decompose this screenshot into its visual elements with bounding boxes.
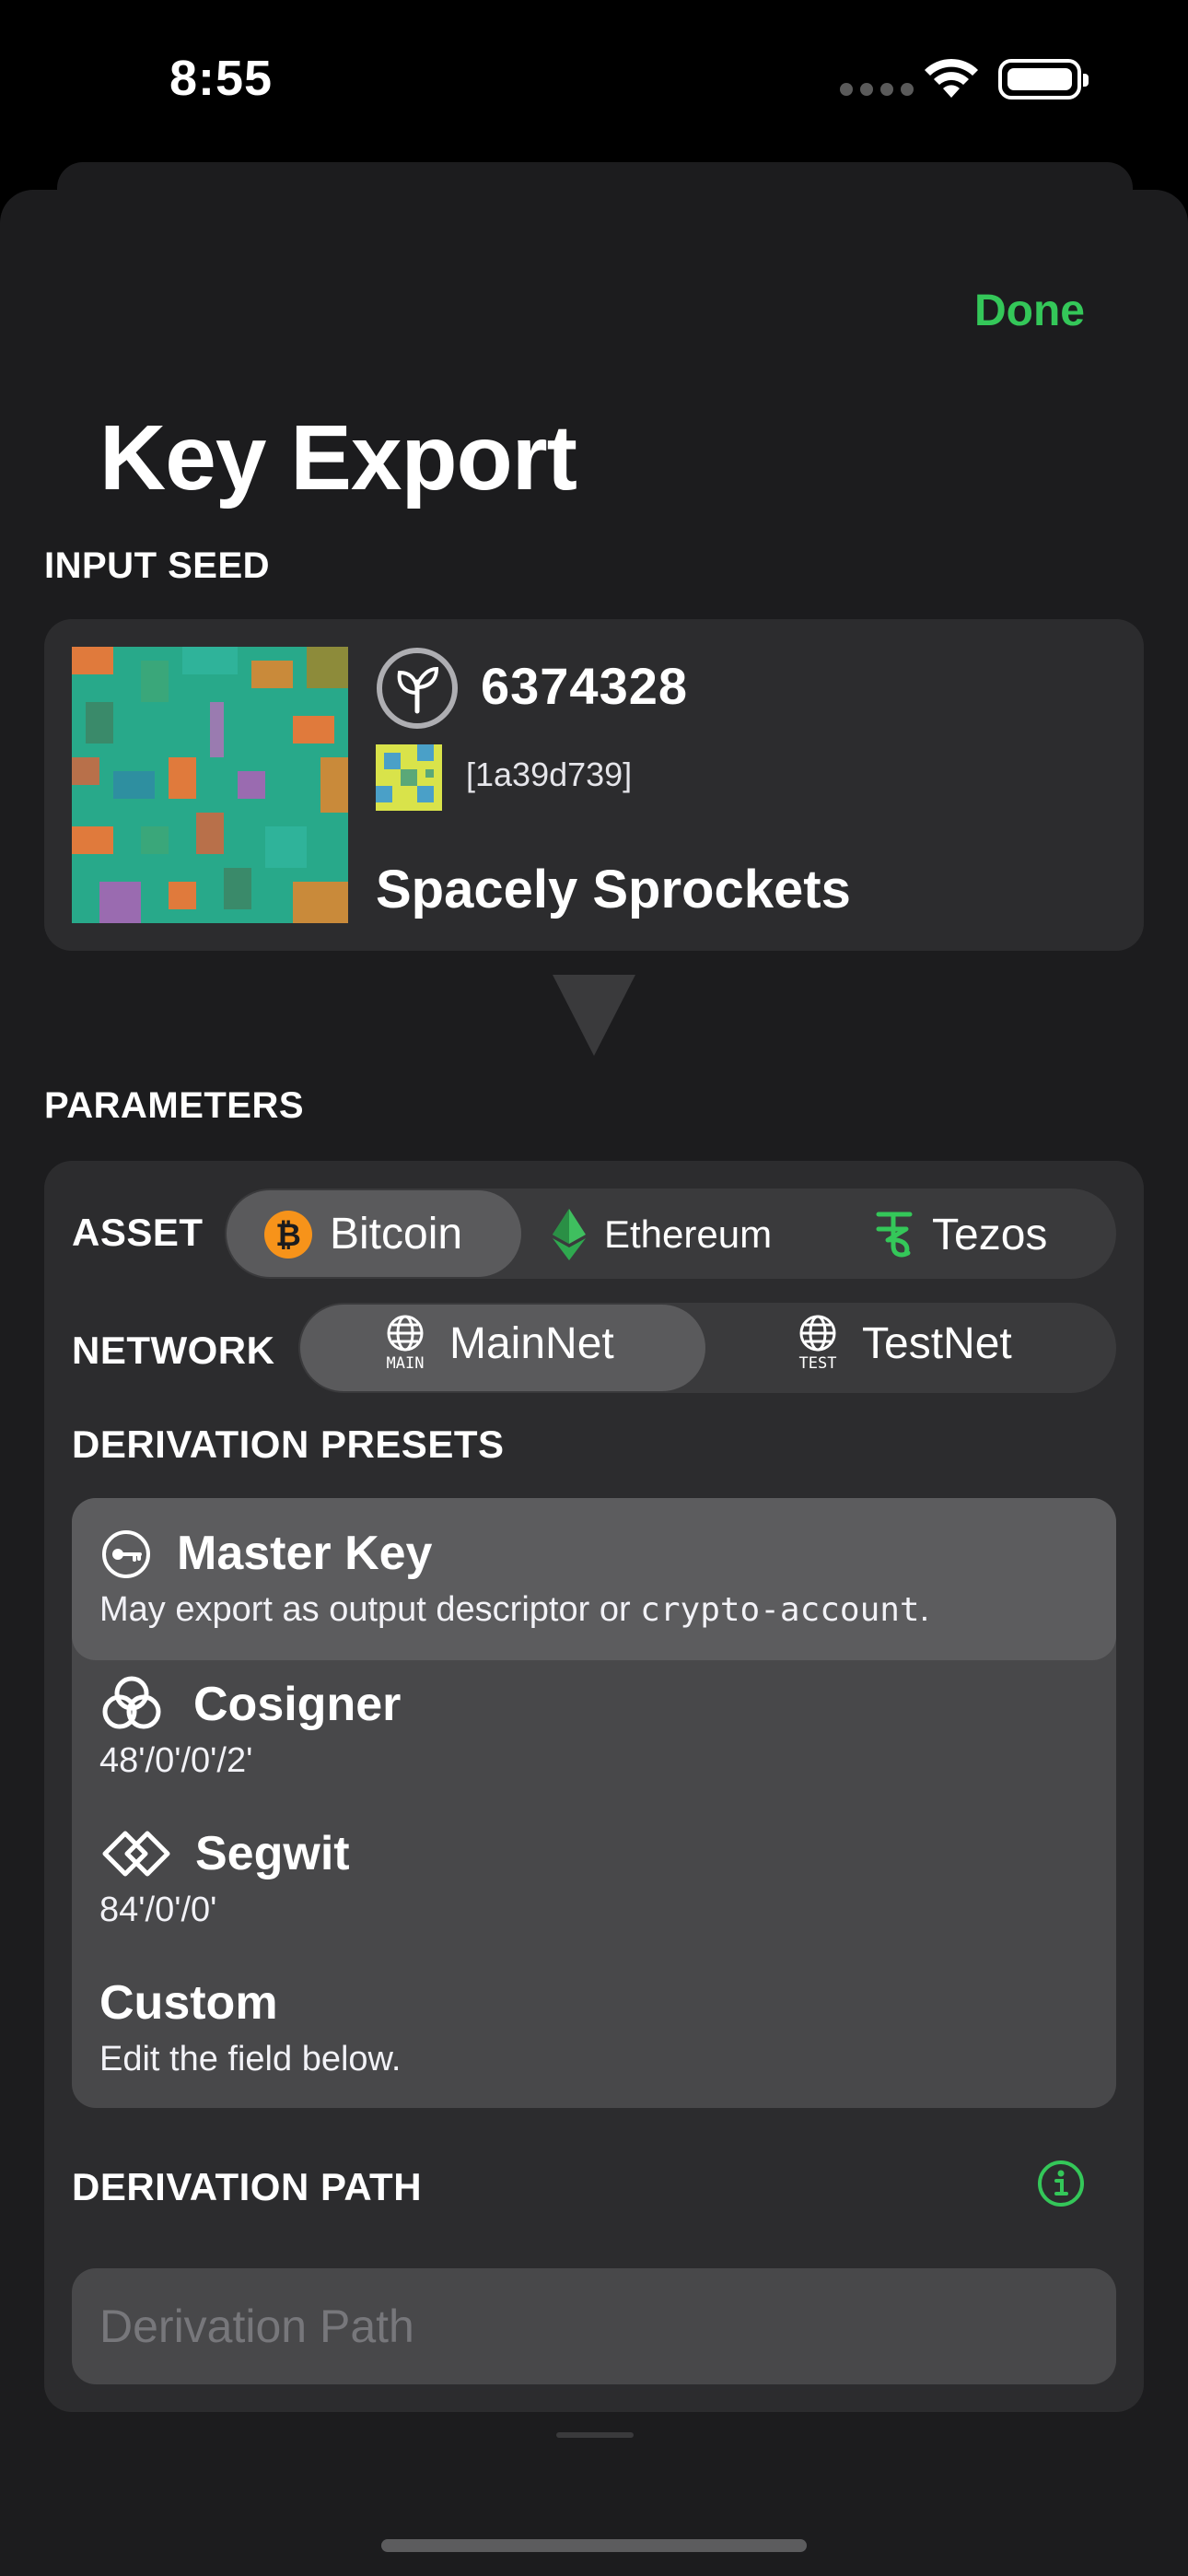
- seed-leaf-icon: [377, 648, 458, 729]
- parameters-section-label: PARAMETERS: [44, 1085, 305, 1126]
- network-option-label: MainNet: [449, 1318, 614, 1368]
- asset-option-label: Tezos: [932, 1210, 1048, 1259]
- preset-subtitle: Edit the field below.: [99, 2040, 402, 2078]
- fingerprint-lifehash-image: [376, 744, 442, 811]
- seed-name: Spacely Sprockets: [376, 860, 851, 919]
- input-seed-section-label: INPUT SEED: [44, 545, 271, 586]
- scroll-indicator: [556, 2432, 634, 2438]
- key-icon: [102, 1530, 150, 1578]
- ethereum-icon: [553, 1209, 586, 1260]
- seed-number: 6374328: [481, 657, 689, 715]
- asset-option-ethereum[interactable]: Ethereum: [551, 1209, 772, 1260]
- info-icon[interactable]: [1037, 2160, 1085, 2207]
- bitcoin-icon: ₿: [264, 1210, 312, 1259]
- page-title: Key Export: [99, 406, 577, 509]
- svg-text:₿: ₿: [275, 1218, 301, 1253]
- network-option-testnet[interactable]: TEST TestNet: [790, 1314, 1012, 1373]
- globe-icon: MAIN: [378, 1314, 433, 1373]
- derivation-path-label: DERIVATION PATH: [72, 2165, 423, 2208]
- preset-title: Master Key: [177, 1527, 433, 1580]
- cosigner-rings-icon: [102, 1676, 161, 1729]
- preset-subtitle: 48'/0'/0'/2': [99, 1741, 253, 1780]
- tezos-icon: [876, 1212, 913, 1258]
- status-time: 8:55: [169, 51, 274, 106]
- preset-subtitle: 84'/0'/0': [99, 1891, 217, 1929]
- down-arrow-icon: [553, 975, 635, 1056]
- asset-option-label: Ethereum: [604, 1212, 773, 1256]
- asset-option-tezos[interactable]: Tezos: [873, 1209, 1047, 1260]
- seed-fingerprint: [1a39d739]: [466, 755, 633, 793]
- preset-title: Cosigner: [193, 1678, 402, 1731]
- derivation-path-input[interactable]: [72, 2268, 1116, 2384]
- crypto-account-code: crypto-account: [640, 1591, 920, 1629]
- seed-lifehash-image: [72, 647, 348, 923]
- segwit-diamond-icon: [102, 1831, 170, 1877]
- globe-icon: TEST: [790, 1314, 845, 1373]
- derivation-presets-label: DERIVATION PRESETS: [72, 1423, 505, 1466]
- done-button[interactable]: Done: [974, 286, 1085, 336]
- network-badge: MAIN: [386, 1354, 425, 1373]
- preset-title: Custom: [99, 1976, 278, 2030]
- battery-icon: [998, 59, 1089, 100]
- network-option-label: TestNet: [862, 1318, 1012, 1368]
- asset-label: ASSET: [72, 1211, 204, 1254]
- asset-option-bitcoin[interactable]: ₿ Bitcoin: [263, 1209, 462, 1259]
- wifi-icon: [925, 58, 978, 98]
- network-option-mainnet[interactable]: MAIN MainNet: [378, 1314, 614, 1373]
- preset-title: Segwit: [195, 1827, 350, 1880]
- network-badge: TEST: [798, 1354, 837, 1373]
- network-label: NETWORK: [72, 1329, 275, 1372]
- asset-option-label: Bitcoin: [330, 1210, 463, 1259]
- home-indicator[interactable]: [381, 2539, 807, 2552]
- preset-subtitle: May export as output descriptor or crypt…: [99, 1590, 930, 1629]
- cellular-signal-icon: [840, 83, 915, 96]
